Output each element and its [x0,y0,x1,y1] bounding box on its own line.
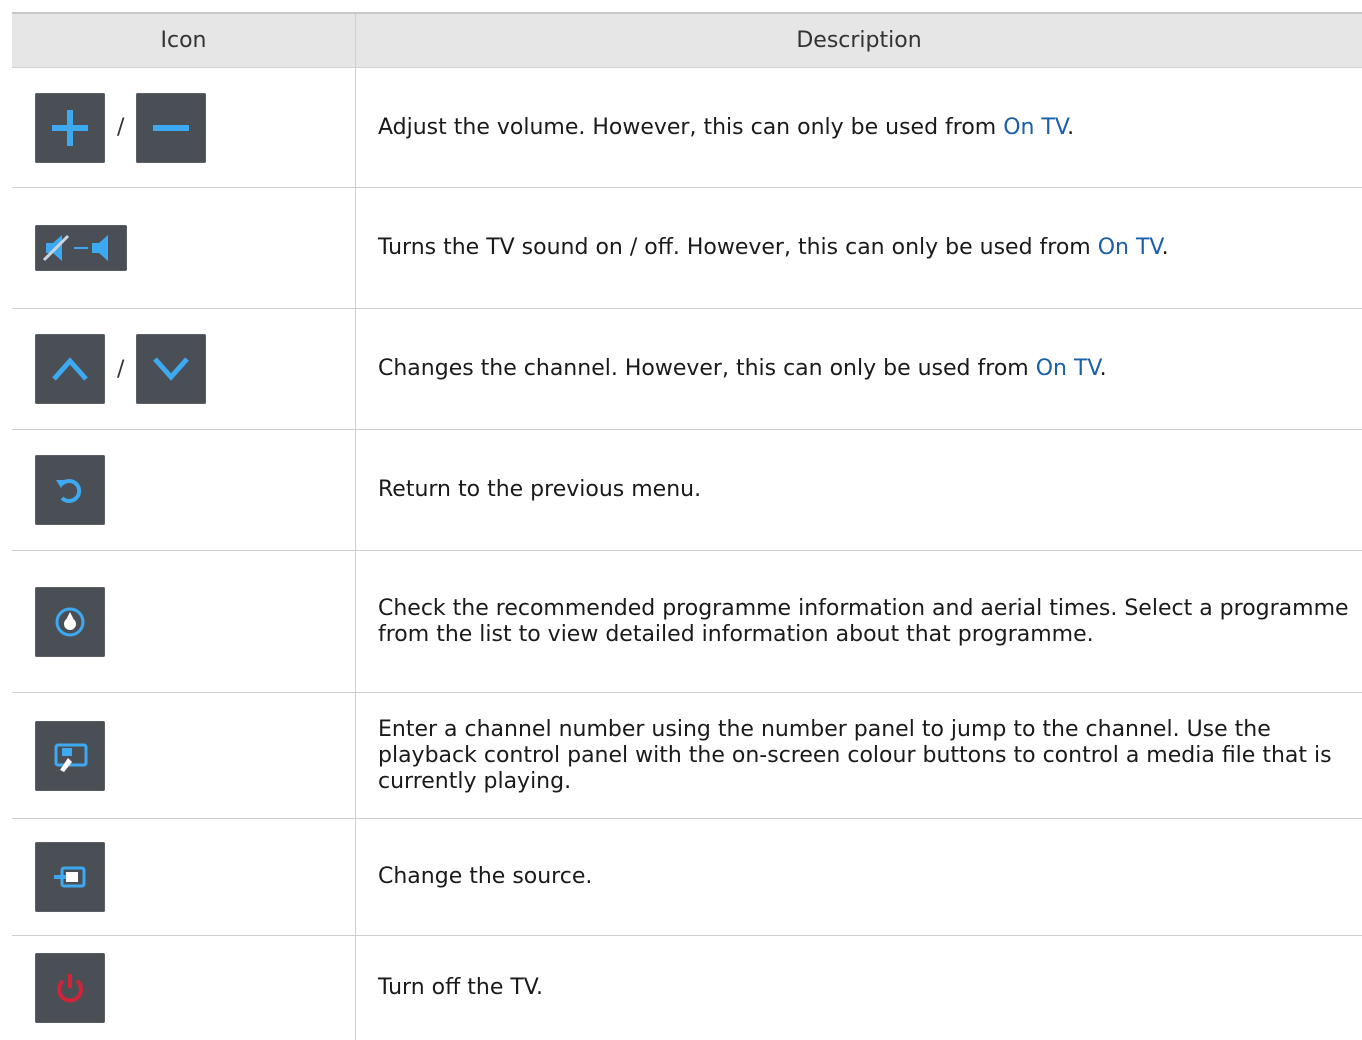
separator: / [117,356,125,382]
table-row: / Adjust the volume. However, this can o… [12,68,1362,188]
icon-cell: / [12,309,356,429]
description-cell: Change the source. [378,864,593,889]
table-row: Enter a channel number using the number … [12,693,1362,819]
power-icon[interactable] [35,953,105,1023]
header-icon: Icon [12,14,356,67]
mute-toggle-icon[interactable] [35,225,127,271]
icon-cell [12,188,356,308]
description-cell: Changes the channel. However, this can o… [378,356,1107,381]
chevron-down-icon[interactable] [136,334,207,404]
table-row: Turns the TV sound on / off. However, th… [12,188,1362,309]
table-row: Return to the previous menu. [12,430,1362,551]
description-cell: Return to the previous menu. [378,477,702,502]
icon-description-table: Icon Description / Adjust the volume. Ho… [12,12,1362,1040]
description-cell: Turns the TV sound on / off. However, th… [378,235,1169,260]
source-icon[interactable] [35,842,105,912]
description-cell: Enter a channel number using the number … [378,716,1332,794]
header-description: Description [796,27,922,53]
on-tv-link[interactable]: On TV [1003,115,1067,140]
table-row: Check the recommended programme informat… [12,551,1362,693]
return-icon[interactable] [35,455,105,525]
description-cell: Check the recommended programme informat… [378,595,1349,647]
table-row: / Changes the channel. However, this can… [12,309,1362,430]
icon-cell [12,819,356,935]
minus-icon[interactable] [136,92,207,163]
on-tv-link[interactable]: On TV [1036,356,1100,381]
table-row: Change the source. [12,819,1362,936]
table-row: Turn off the TV. [12,936,1362,1040]
icon-cell [12,551,356,692]
table-header: Icon Description [12,14,1362,68]
number-panel-icon[interactable] [35,720,105,791]
chevron-up-icon[interactable] [35,334,105,404]
icon-cell [12,693,356,818]
icon-cell [12,936,356,1040]
recommended-icon[interactable] [35,586,105,657]
plus-icon[interactable] [35,92,105,163]
icon-cell [12,430,356,550]
icon-cell: / [12,68,356,187]
description-cell: Adjust the volume. However, this can onl… [378,114,1075,140]
separator: / [117,115,125,140]
description-cell: Turn off the TV. [378,975,543,1000]
on-tv-link[interactable]: On TV [1098,235,1162,260]
